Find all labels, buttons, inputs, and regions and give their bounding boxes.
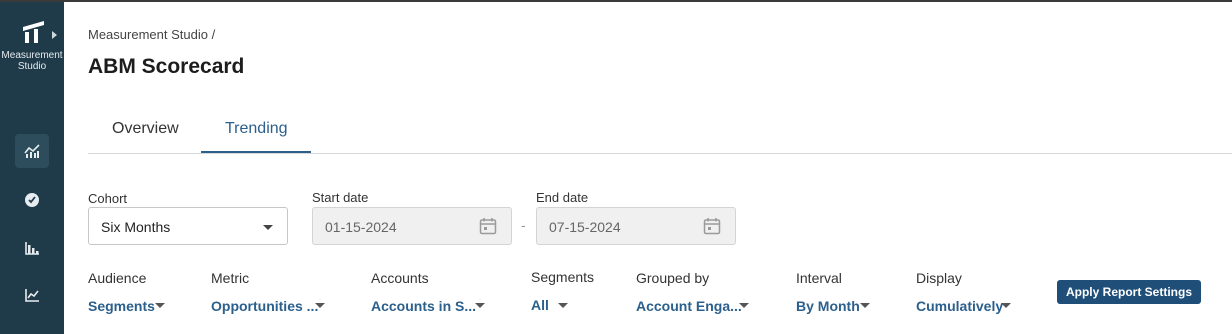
metric-dropdown[interactable]: Opportunities ... [211, 298, 318, 314]
top-border [0, 0, 1232, 2]
cohort-label: Cohort [88, 191, 128, 206]
page-title: ABM Scorecard [88, 55, 245, 78]
start-date-value: 01-15-2024 [325, 219, 397, 235]
chevron-down-icon[interactable] [739, 303, 749, 308]
chevron-down-icon[interactable] [315, 303, 325, 308]
interval-label: Interval [796, 270, 842, 286]
audience-label: Audience [88, 270, 147, 286]
bar-chart-icon [25, 242, 39, 255]
nav-goals[interactable] [15, 183, 49, 217]
segments-dropdown[interactable]: All [531, 297, 549, 313]
check-circle-icon [25, 193, 39, 207]
expand-sidebar-icon[interactable] [52, 31, 57, 39]
cohort-select[interactable]: Six Months [88, 207, 288, 245]
sidebar: Measurement Studio [0, 2, 64, 334]
line-chart-icon [25, 289, 39, 302]
audience-dropdown[interactable]: Segments [88, 298, 155, 314]
end-date-field[interactable]: 07-15-2024 [536, 207, 736, 245]
cohort-value: Six Months [101, 219, 171, 235]
grouped-by-dropdown[interactable]: Account Enga... [636, 298, 742, 314]
grouped-by-label: Grouped by [636, 270, 710, 286]
apply-report-settings-button[interactable]: Apply Report Settings [1057, 280, 1201, 304]
calendar-icon[interactable] [703, 217, 721, 235]
chevron-down-icon[interactable] [475, 303, 485, 308]
chevron-down-icon [263, 225, 273, 230]
accounts-label: Accounts [371, 270, 429, 286]
tab-trending[interactable]: Trending [225, 120, 288, 138]
breadcrumb[interactable]: Measurement Studio / [88, 27, 215, 42]
chevron-down-icon[interactable] [558, 303, 568, 308]
date-range-separator: - [521, 217, 526, 233]
trend-chart-icon [24, 144, 40, 158]
end-date-label: End date [536, 190, 589, 205]
start-date-field[interactable]: 01-15-2024 [312, 207, 512, 245]
sidebar-app-label: Measurement Studio [1, 50, 63, 72]
start-date-label: Start date [312, 190, 369, 205]
nav-trending[interactable] [15, 134, 49, 168]
segments-label: Segments [531, 269, 595, 285]
interval-dropdown[interactable]: By Month [796, 298, 860, 314]
tab-overview[interactable]: Overview [112, 120, 179, 138]
tabs-divider [88, 153, 1232, 154]
accounts-dropdown[interactable]: Accounts in S... [371, 298, 476, 314]
nav-reports[interactable] [15, 231, 49, 265]
nav-analytics[interactable] [15, 278, 49, 312]
metric-label: Metric [211, 270, 250, 286]
app-logo-icon[interactable] [22, 20, 46, 44]
end-date-value: 07-15-2024 [549, 219, 621, 235]
chevron-down-icon[interactable] [1001, 303, 1011, 308]
display-label: Display [916, 270, 962, 286]
chevron-down-icon[interactable] [860, 303, 870, 308]
chevron-down-icon[interactable] [155, 303, 165, 308]
display-dropdown[interactable]: Cumulatively [916, 298, 1003, 314]
calendar-icon[interactable] [479, 217, 497, 235]
